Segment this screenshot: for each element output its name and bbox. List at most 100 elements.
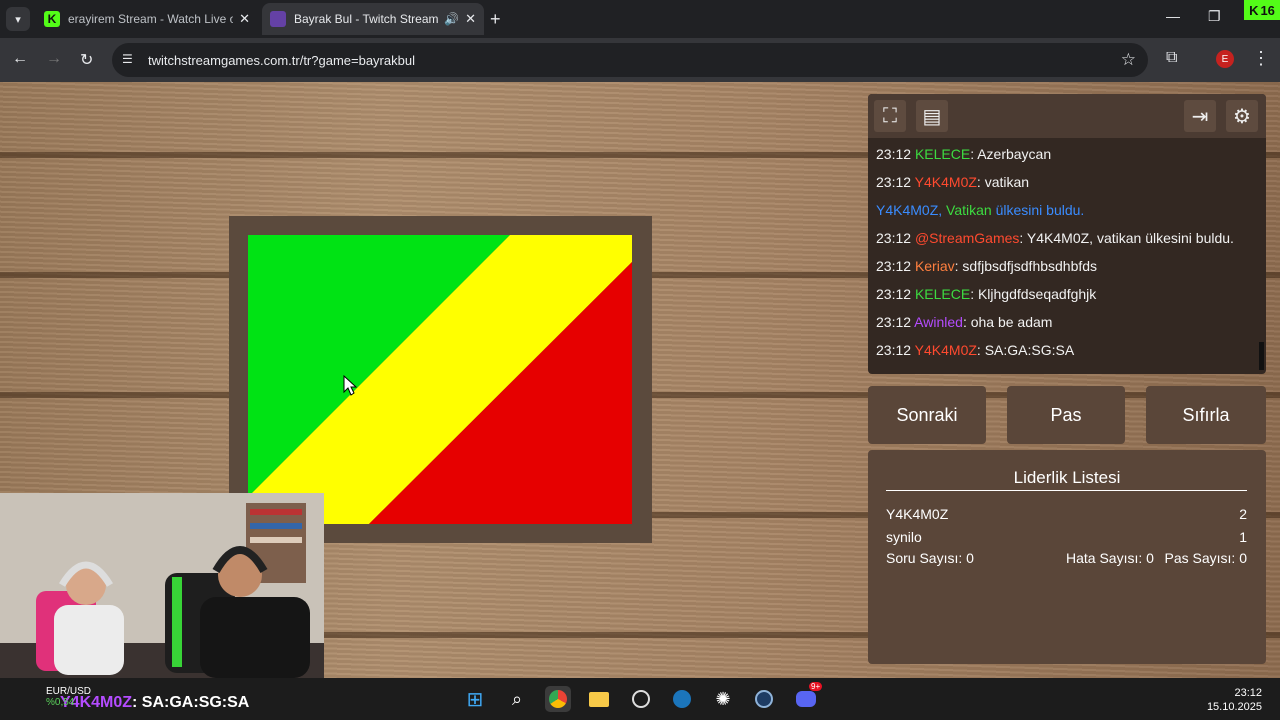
avatar[interactable]: E: [1216, 50, 1234, 68]
steam-alt-icon[interactable]: [669, 686, 695, 712]
chat-time: 23:12: [876, 146, 915, 162]
browser-toolbar: ← → ↻ ☰ twitchstreamgames.com.tr/tr?game…: [0, 38, 1280, 82]
chat-message: 23:12 KELECE: Kljhgdfdseqadfghjk: [876, 286, 1096, 302]
chat-message: 23:12 Awinled: oha be adam: [876, 314, 1052, 330]
star-icon[interactable]: ☆: [1121, 50, 1136, 70]
settings-gear-icon[interactable]: ⚙: [1226, 100, 1258, 132]
panel-icon-bar: ⛶ ▤ ⇥ ⚙: [868, 94, 1266, 138]
twitch-favicon-icon: [270, 11, 286, 27]
leaderboard-panel: Liderlik Listesi Y4K4M0Z 2 synilo 1 Soru…: [868, 450, 1266, 664]
overlay-chat-text: : SA:GA:SG:SA: [132, 694, 250, 711]
reset-button[interactable]: Sıfırla: [1146, 386, 1266, 444]
tab-bayrak-bul[interactable]: Bayrak Bul - Twitch Stream ( 🔊 ✕: [262, 3, 484, 35]
player-score: 2: [1239, 506, 1247, 522]
chat-message: 23:12 Y4K4M0Z: vatikan: [876, 174, 1029, 190]
chrome-icon[interactable]: [545, 686, 571, 712]
chat-scrollbar[interactable]: [1259, 342, 1264, 370]
webcam-overlay: [0, 493, 324, 678]
leaderboard-row: Y4K4M0Z 2: [886, 506, 1247, 522]
reload-icon[interactable]: ↻: [80, 50, 93, 70]
steam-icon[interactable]: [751, 686, 777, 712]
clock-date: 15.10.2025: [1206, 701, 1262, 713]
speaker-icon[interactable]: 🔊: [444, 12, 459, 26]
chatgpt-icon[interactable]: ✺: [710, 686, 736, 712]
chevron-down-icon[interactable]: ▾: [6, 7, 30, 31]
chat-message: 23:12 Y4K4M0Z: SA:GA:SG:SA: [876, 342, 1074, 358]
tab-strip: ▾ K erayirem Stream - Watch Live o ✕ Bay…: [0, 0, 1280, 38]
discord-badge: 9+: [809, 682, 823, 691]
leaderboard-title: Liderlik Listesi: [1013, 468, 1121, 487]
chat-message: 23:12 Keriav: sdfjbsdfjsdfhbsdhbfds: [876, 258, 1097, 274]
file-explorer-icon[interactable]: [586, 686, 612, 712]
obs-icon[interactable]: [628, 686, 654, 712]
leaderboard-row: synilo 1: [886, 529, 1247, 545]
puzzle-icon[interactable]: ⧉: [1166, 49, 1177, 67]
chat-message: 23:12 @StreamGames: Y4K4M0Z, vatikan ülk…: [876, 230, 1234, 246]
tune-icon[interactable]: ☰: [122, 52, 133, 66]
chat-system-part: ülkesini buldu.: [991, 202, 1085, 218]
question-count: Soru Sayısı: 0: [886, 550, 974, 566]
chat-text: : Kljhgdfdseqadfghjk: [970, 286, 1097, 302]
tab-title: Bayrak Bul - Twitch Stream (: [294, 12, 441, 26]
chat-system-message: Y4K4M0Z, Vatikan ülkesini buldu.: [876, 202, 1084, 218]
fullscreen-icon[interactable]: ⛶: [874, 100, 906, 132]
chat-system-part: Vatikan: [942, 202, 992, 218]
restore-icon[interactable]: ❐: [1208, 8, 1221, 25]
chat-username[interactable]: Keriav: [915, 258, 955, 274]
clock-time: 23:12: [1234, 687, 1262, 699]
chat-time: 23:12: [876, 342, 915, 358]
chat-panel: ⛶ ▤ ⇥ ⚙ 23:12 KELECE: Azerbaycan 23:12 Y4…: [868, 94, 1266, 374]
chat-time: 23:12: [876, 286, 915, 302]
error-count: Hata Sayısı: 0: [1066, 550, 1154, 566]
tab-title: erayirem Stream - Watch Live o: [68, 12, 234, 26]
close-tab-icon[interactable]: ✕: [465, 11, 476, 27]
chat-time: 23:12: [876, 258, 915, 274]
chat-username[interactable]: KELECE: [915, 146, 970, 162]
forex-ticker: EUR/USD %0,54: [46, 686, 91, 708]
pass-count: Pas Sayısı: 0: [1164, 550, 1247, 566]
windows-start-icon[interactable]: ⊞: [462, 686, 488, 712]
chat-time: 23:12: [876, 174, 915, 190]
tab-kick-stream[interactable]: K erayirem Stream - Watch Live o ✕: [36, 3, 258, 35]
chat-username[interactable]: Awinled: [914, 314, 963, 330]
chat-text: : SA:GA:SG:SA: [976, 342, 1075, 358]
chat-username[interactable]: @StreamGames: [915, 230, 1019, 246]
kick-favicon-icon: K: [44, 11, 60, 27]
chat-message: 23:12 KELECE: Azerbaycan: [876, 146, 1051, 162]
player-score: 1: [1239, 529, 1247, 545]
chat-username[interactable]: Y4K4M0Z: [915, 342, 977, 358]
logout-icon[interactable]: ⇥: [1184, 100, 1216, 132]
system-clock[interactable]: 23:12 15.10.2025: [1207, 686, 1262, 714]
chat-username[interactable]: KELECE: [915, 286, 970, 302]
notes-icon[interactable]: ▤: [916, 100, 948, 132]
player-name: synilo: [886, 529, 922, 545]
chat-text: : oha be adam: [962, 314, 1053, 330]
minimize-icon[interactable]: —: [1166, 8, 1180, 24]
kick-viewer-badge: K 16: [1244, 0, 1280, 20]
divider: [886, 490, 1247, 491]
forward-arrow-icon[interactable]: →: [46, 50, 62, 68]
chat-text: : Azerbaycan: [970, 146, 1052, 162]
kebab-icon[interactable]: ⋮: [1252, 48, 1270, 69]
stats-row: Soru Sayısı: 0 Hata Sayısı: 0 Pas Sayısı…: [886, 550, 1247, 566]
plus-icon[interactable]: +: [490, 9, 501, 30]
address-bar[interactable]: ☰ twitchstreamgames.com.tr/tr?game=bayra…: [112, 43, 1148, 77]
flag-image: [248, 235, 632, 524]
pass-button[interactable]: Pas: [1007, 386, 1125, 444]
forex-value: %0,54: [46, 697, 75, 708]
url-text[interactable]: twitchstreamgames.com.tr/tr?game=bayrakb…: [148, 53, 415, 68]
next-button[interactable]: Sonraki: [868, 386, 986, 444]
close-tab-icon[interactable]: ✕: [239, 11, 250, 27]
discord-icon[interactable]: 9+: [793, 682, 823, 712]
chat-text: : vatikan: [976, 174, 1030, 190]
back-arrow-icon[interactable]: ←: [12, 50, 28, 68]
webcam-image: [0, 493, 324, 678]
chat-username[interactable]: Y4K4M0Z: [915, 174, 977, 190]
search-icon[interactable]: ⌕: [504, 686, 530, 712]
chat-time: 23:12: [876, 230, 915, 246]
chat-text: : sdfjbsdfjsdfhbsdhbfds: [954, 258, 1098, 274]
player-name: Y4K4M0Z: [886, 506, 949, 522]
forex-label: EUR/USD: [46, 686, 92, 697]
chat-text: : Y4K4M0Z, vatikan ülkesini buldu.: [1019, 230, 1234, 246]
chat-time: 23:12: [876, 314, 915, 330]
